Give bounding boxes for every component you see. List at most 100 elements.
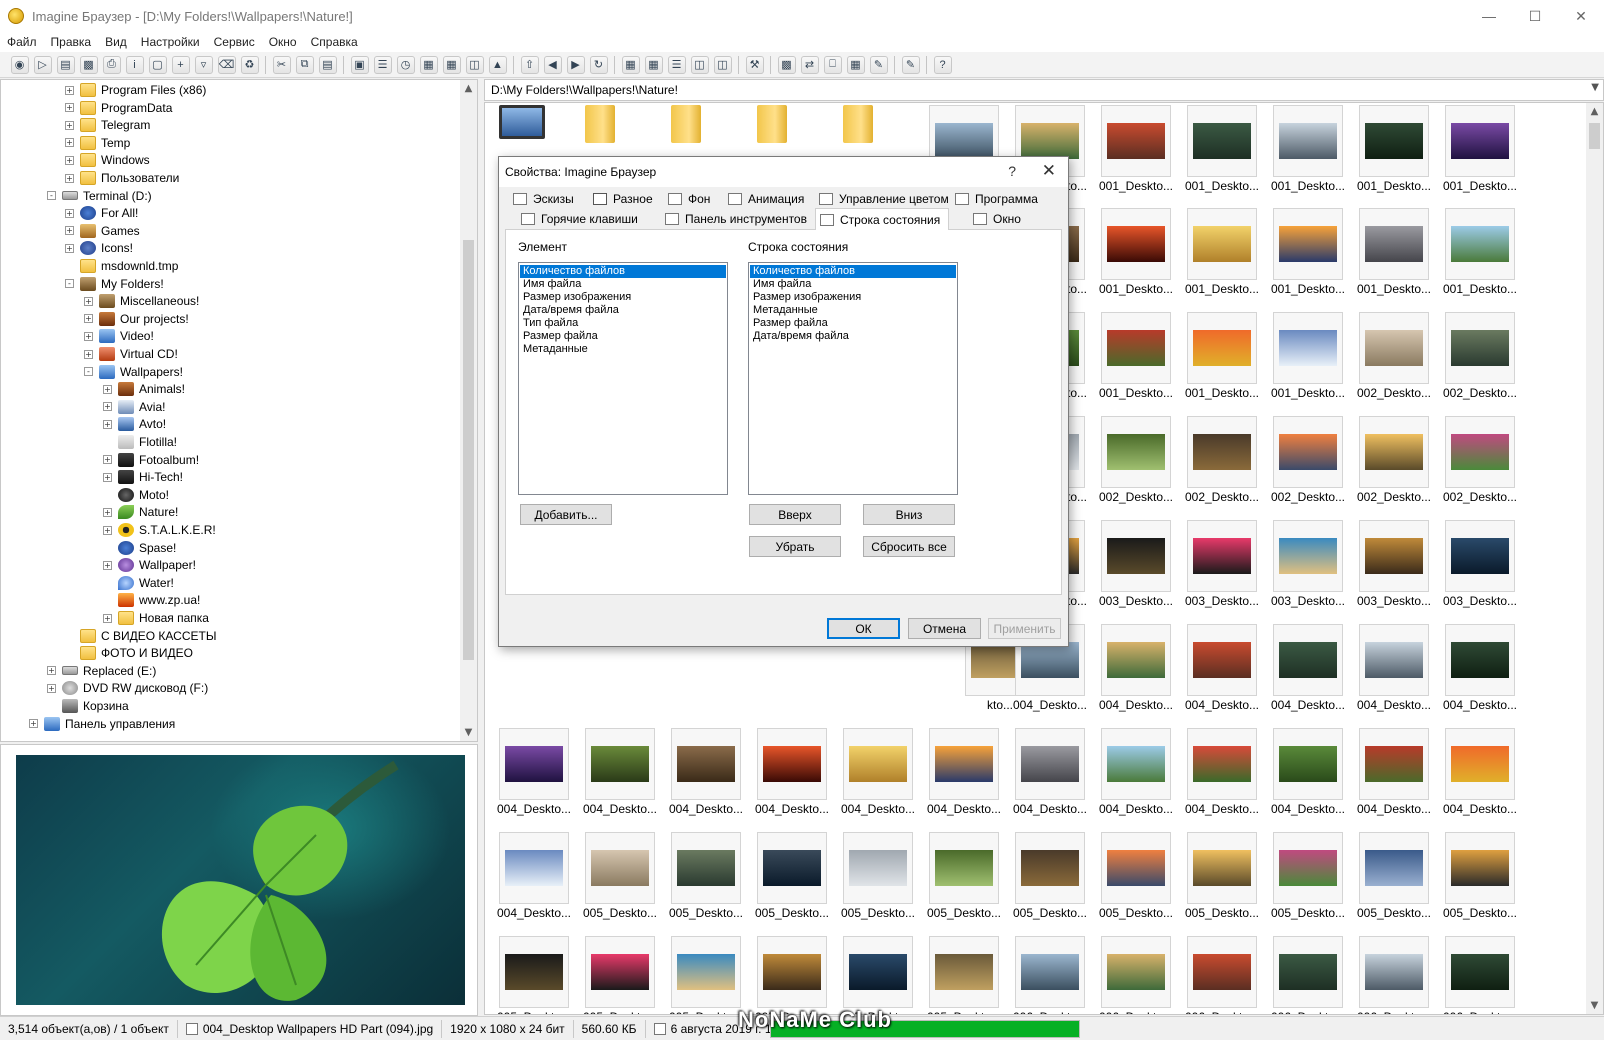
thumbnail-item[interactable]: 001_Deskto... (1099, 208, 1173, 299)
thumbnail-item[interactable]: 006_Deskto... (1013, 936, 1087, 1014)
list-item[interactable]: Размер файла (750, 317, 956, 330)
folder-up-icon[interactable]: ⇧ (520, 55, 539, 74)
tree-item[interactable]: Water! (103, 574, 174, 592)
thumbnail-item[interactable]: 004_Deskto... (497, 728, 571, 819)
thumbnail-item[interactable]: 003_Deskto... (1271, 520, 1345, 611)
expand-icon[interactable]: + (65, 120, 74, 130)
collapse-icon[interactable]: - (47, 191, 56, 201)
statusbar-listbox[interactable]: Количество файлов Имя файла Размер изображ… (748, 262, 958, 495)
tree-item[interactable]: + Replaced (E:) (47, 662, 156, 680)
reset-all-button[interactable]: Сбросить все (863, 536, 955, 557)
thumbnail-item[interactable]: 005_Deskto... (927, 832, 1001, 923)
thumbnail-item[interactable]: 004_Deskto... (1185, 728, 1259, 819)
tree-item[interactable]: www.zp.ua! (103, 591, 200, 609)
web-icon[interactable]: ▦ (846, 55, 865, 74)
thumbnail-item[interactable]: 001_Deskto... (1443, 105, 1517, 196)
expand-icon[interactable]: + (103, 525, 112, 535)
save-icon[interactable]: ▩ (79, 55, 98, 74)
thumbnail-item[interactable]: 005_Deskto... (755, 832, 829, 923)
thumbnail-item[interactable]: 005_Deskto... (1271, 832, 1345, 923)
new-folder-icon[interactable]: + (171, 55, 190, 74)
expand-icon[interactable]: + (103, 560, 112, 570)
scroll-down-icon[interactable]: ▼ (460, 724, 477, 741)
expand-icon[interactable]: + (84, 314, 93, 324)
expand-icon[interactable]: + (65, 103, 74, 113)
preview-icon[interactable]: ▦ (419, 55, 438, 74)
thumbnail-item[interactable]: 005_Deskto... (1013, 832, 1087, 923)
tree-item[interactable]: + Telegram (65, 116, 150, 134)
tree-item[interactable]: + Новая папка (103, 609, 209, 627)
screen-capture-icon[interactable]: ⎕ (823, 55, 842, 74)
delete-icon[interactable]: ⌫ (217, 55, 236, 74)
tab-misc[interactable]: Разное (589, 189, 657, 208)
convert-icon[interactable]: ⇄ (800, 55, 819, 74)
expand-icon[interactable]: + (103, 507, 112, 517)
paste-icon[interactable]: ▤ (318, 55, 337, 74)
tree-item[interactable]: + S.T.A.L.K.E.R! (103, 521, 216, 539)
thumbnail-item[interactable]: 004_Deskto... (669, 728, 743, 819)
thumbnail-item[interactable]: 005_Deskto... (497, 936, 571, 1014)
open-folder-icon[interactable]: ▤ (56, 55, 75, 74)
thumbnail-item[interactable]: 006_Deskto... (1271, 936, 1345, 1014)
list-item[interactable]: Имя файла (520, 278, 726, 291)
tree-item[interactable]: - My Folders! (65, 275, 164, 293)
folder-tree[interactable]: + Program Files (x86) + ProgramData + Telegra… (0, 79, 478, 742)
thumbnail-item[interactable]: 006_Deskto... (1099, 936, 1173, 1014)
list-item[interactable]: Размер изображения (750, 291, 956, 304)
tree-item[interactable]: ФОТО И ВИДЕО (65, 644, 193, 662)
tree-item[interactable]: - Wallpapers! (84, 363, 183, 381)
list-item[interactable]: Дата/время файла (750, 330, 956, 343)
menu-help[interactable]: Справка (304, 35, 365, 49)
scroll-down-icon[interactable]: ▼ (1586, 997, 1603, 1014)
thumbnail-item[interactable]: 003_Deskto... (1099, 520, 1173, 611)
thumbnail-item[interactable]: 006_Deskto... (1185, 936, 1259, 1014)
expand-icon[interactable]: + (65, 155, 74, 165)
tree-item[interactable]: + Program Files (x86) (65, 81, 206, 99)
tab-program[interactable]: Программа (951, 189, 1042, 208)
expand-icon[interactable]: + (65, 243, 74, 253)
tab-color-management[interactable]: Управление цветом (815, 189, 953, 208)
list-item[interactable]: Количество файлов (750, 265, 956, 278)
thumbnail-item[interactable]: 005_Deskto... (1099, 832, 1173, 923)
tree-item[interactable]: msdownld.tmp (65, 257, 178, 275)
thumbs-scroll-thumb[interactable] (1589, 123, 1600, 149)
list-item[interactable]: Дата/время файла (520, 304, 726, 317)
thumbnail-item[interactable]: 005_Deskto... (583, 832, 657, 923)
thumbnail-item[interactable]: 004_Deskto... (1271, 624, 1345, 715)
collapse-icon[interactable]: - (65, 279, 74, 289)
export-icon[interactable]: ✎ (869, 55, 888, 74)
tree-item[interactable]: + Панель управления (29, 715, 175, 733)
thumbnail-item[interactable]: 005_Deskto... (927, 936, 1001, 1014)
scroll-up-icon[interactable]: ▲ (1586, 103, 1603, 120)
grid-icon[interactable]: ▦ (442, 55, 461, 74)
expand-icon[interactable]: + (84, 296, 93, 306)
thumbnail-item[interactable]: 004_Deskto... (1185, 624, 1259, 715)
thumbnail-item[interactable]: 004_Deskto... (497, 832, 571, 923)
thumbnail-item[interactable]: 001_Deskto... (1357, 208, 1431, 299)
tree-scroll-thumb[interactable] (463, 240, 474, 660)
thumbnail-item[interactable]: 002_Deskto... (1185, 416, 1259, 507)
tree-item[interactable]: + Fotoalbum! (103, 451, 199, 469)
thumbnail-item[interactable]: 004_Deskto... (1443, 728, 1517, 819)
thumbnail-item[interactable]: 005_Deskto... (583, 936, 657, 1014)
thumbnail-item[interactable]: 004_Deskto... (1099, 624, 1173, 715)
panel-icon[interactable]: ▣ (350, 55, 369, 74)
thumbnail-item[interactable]: 003_Deskto... (1443, 520, 1517, 611)
thumbnail-item[interactable]: 005_Deskto... (1357, 832, 1431, 923)
expand-icon[interactable]: + (65, 85, 74, 95)
tab-animation[interactable]: Анимация (724, 189, 808, 208)
menu-edit[interactable]: Правка (44, 35, 99, 49)
tab-toolbar[interactable]: Панель инструментов (661, 209, 811, 228)
thumbnail-item[interactable]: 004_Deskto... (583, 728, 657, 819)
tree-item[interactable]: + Avto! (103, 415, 166, 433)
up-button[interactable]: Вверх (749, 504, 841, 525)
menu-settings[interactable]: Настройки (134, 35, 207, 49)
thumbnail-item[interactable]: 004_Deskto... (755, 728, 829, 819)
thumbnail-item[interactable]: 006_Deskto... (1357, 936, 1431, 1014)
expand-icon[interactable]: + (103, 402, 112, 412)
menu-window[interactable]: Окно (262, 35, 304, 49)
expand-icon[interactable]: + (47, 666, 56, 676)
tree-item[interactable]: + For All! (65, 204, 138, 222)
tree-item[interactable]: + Temp (65, 134, 130, 152)
filter-icon[interactable]: ▿ (194, 55, 213, 74)
